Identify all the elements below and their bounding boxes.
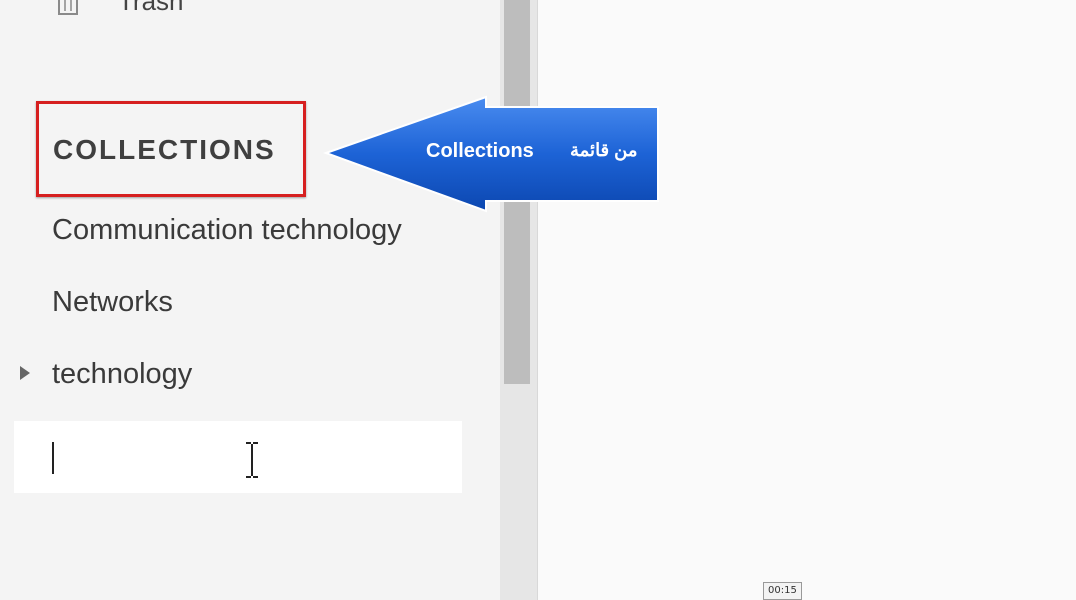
trash-icon: [58, 0, 78, 15]
sidebar-item-communication-technology[interactable]: Communication technology: [52, 214, 402, 247]
text-caret: [52, 442, 54, 474]
collections-heading: COLLECTIONS: [53, 134, 276, 165]
main-content-area: [538, 0, 1076, 600]
ibeam-cursor-icon: [246, 442, 258, 478]
sidebar-item-networks[interactable]: Networks: [52, 286, 173, 319]
scrollbar-track[interactable]: [500, 0, 538, 600]
sidebar-item-trash[interactable]: Trash: [56, 0, 184, 16]
sidebar: Trash COLLECTIONS Communication technolo…: [0, 0, 500, 600]
callout-label-arabic: من قائمة: [570, 140, 638, 160]
callout-label-english: Collections: [426, 140, 534, 162]
triangle-right-icon[interactable]: [18, 365, 32, 381]
sidebar-item-label: Trash: [118, 0, 184, 16]
new-collection-input[interactable]: [14, 421, 462, 493]
sidebar-item-technology[interactable]: technology: [52, 358, 192, 391]
video-timestamp: 00:15: [763, 582, 802, 600]
